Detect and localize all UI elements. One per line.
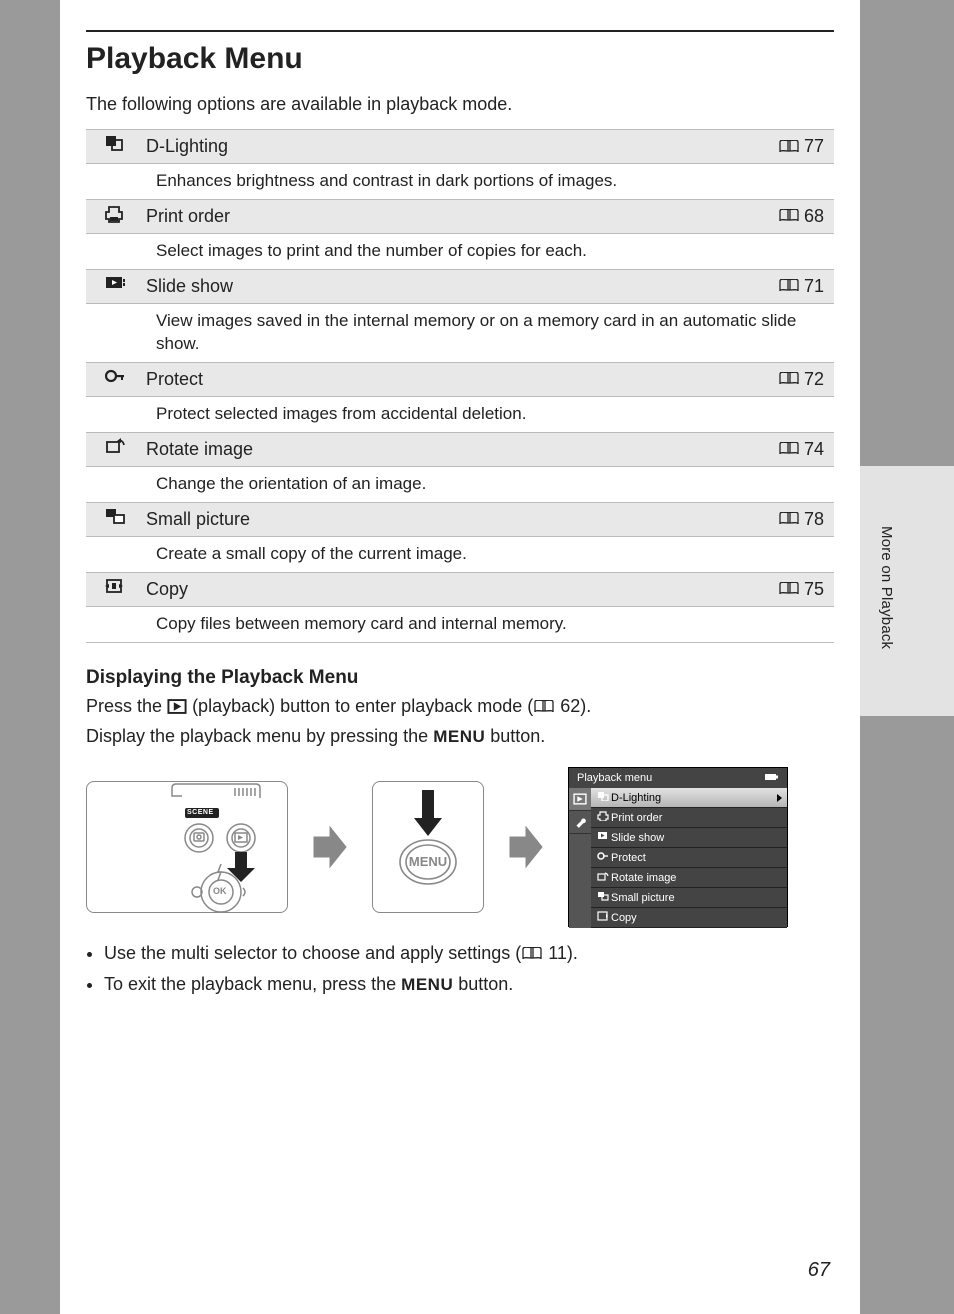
menu-label: MENU — [373, 854, 483, 869]
option-label: Print order — [146, 206, 778, 227]
option-row-header: Rotate image74 — [86, 433, 834, 467]
option-row-header: Print order68 — [86, 200, 834, 234]
option-label: Slide show — [146, 276, 778, 297]
slide-icon — [595, 831, 611, 844]
lcd-item-label: Protect — [611, 852, 646, 864]
lcd-item-label: Small picture — [611, 892, 675, 904]
bullet-list: Use the multi selector to choose and app… — [104, 939, 834, 999]
option-label: Protect — [146, 369, 778, 390]
intro-text: The following options are available in p… — [86, 94, 834, 115]
lcd-menu-item: D-Lighting — [591, 788, 787, 808]
section-tab-label: More on Playback — [878, 526, 895, 649]
protect-icon — [86, 368, 146, 391]
page-reference: 72 — [778, 369, 834, 390]
lcd-title-text: Playback menu — [577, 772, 652, 784]
print-icon — [86, 205, 146, 228]
book-ref-icon — [521, 947, 543, 961]
arrow-right-icon — [312, 825, 348, 869]
page-reference: 78 — [778, 509, 834, 530]
option-row-header: Small picture78 — [86, 503, 834, 537]
lcd-item-label: Copy — [611, 912, 637, 924]
lcd-menu-item: Slide show — [591, 828, 787, 848]
dlight-icon — [595, 791, 611, 804]
scene-label: SCENE — [187, 809, 214, 816]
bullet-item: To exit the playback menu, press the MEN… — [104, 970, 834, 999]
dlight-icon — [86, 135, 146, 158]
option-description: View images saved in the internal memory… — [86, 304, 834, 363]
protect-icon — [595, 851, 611, 864]
copy-icon — [595, 911, 611, 924]
heading-rule: Playback Menu — [86, 30, 834, 76]
camera-back-illustration: SCENE OK — [86, 781, 288, 913]
lcd-side-tabs — [569, 788, 591, 928]
option-row-header: D-Lighting77 — [86, 130, 834, 164]
menu-button-illustration: MENU — [372, 781, 484, 913]
playback-icon — [167, 699, 187, 714]
paragraph-1: Press the (playback) button to enter pla… — [86, 693, 834, 719]
option-label: D-Lighting — [146, 136, 778, 157]
option-row-header: Slide show71 — [86, 270, 834, 304]
copy-icon — [86, 578, 146, 601]
battery-icon — [765, 772, 779, 784]
option-description: Change the orientation of an image. — [86, 467, 834, 503]
bullet-item: Use the multi selector to choose and app… — [104, 939, 834, 968]
option-description: Protect selected images from accidental … — [86, 397, 834, 433]
section-thumb-tab: More on Playback — [860, 466, 954, 716]
lcd-tab-setup — [569, 811, 591, 834]
page-reference: 68 — [778, 206, 834, 227]
menu-button-label: MENU — [433, 727, 485, 746]
options-table: D-Lighting77Enhances brightness and cont… — [86, 129, 834, 643]
option-label: Small picture — [146, 509, 778, 530]
page-title: Playback Menu — [86, 42, 834, 76]
option-description: Create a small copy of the current image… — [86, 537, 834, 573]
option-description: Copy files between memory card and inter… — [86, 607, 834, 643]
option-description: Enhances brightness and contrast in dark… — [86, 164, 834, 200]
rotate-icon — [86, 438, 146, 461]
lcd-menu-item: Rotate image — [591, 868, 787, 888]
small-icon — [86, 508, 146, 531]
figure-row: SCENE OK MENU Playback menu — [86, 767, 834, 927]
rotate-icon — [595, 871, 611, 884]
lcd-screenshot: Playback menu D-Lighting Print order Slide… — [568, 767, 788, 927]
lcd-item-label: D-Lighting — [611, 792, 661, 804]
lcd-menu-item: Small picture — [591, 888, 787, 908]
option-row-header: Protect72 — [86, 363, 834, 397]
slide-icon — [86, 275, 146, 298]
lcd-title-bar: Playback menu — [569, 768, 787, 788]
lcd-menu-item: Print order — [591, 808, 787, 828]
lcd-item-label: Slide show — [611, 832, 664, 844]
manual-page: More on Playback Playback Menu The follo… — [60, 0, 860, 1314]
lcd-item-label: Rotate image — [611, 872, 676, 884]
sub-heading: Displaying the Playback Menu — [86, 667, 834, 689]
lcd-menu-item: Copy — [591, 908, 787, 928]
page-number: 67 — [808, 1259, 830, 1282]
lcd-menu-item: Protect — [591, 848, 787, 868]
page-reference: 74 — [778, 439, 834, 460]
small-icon — [595, 891, 611, 904]
option-description: Select images to print and the number of… — [86, 234, 834, 270]
option-row-header: Copy75 — [86, 573, 834, 607]
arrow-right-icon — [508, 825, 544, 869]
option-label: Copy — [146, 579, 778, 600]
page-reference: 77 — [778, 136, 834, 157]
lcd-menu-list: D-Lighting Print order Slide show Protect Ro… — [591, 788, 787, 928]
page-reference: 71 — [778, 276, 834, 297]
paragraph-2: Display the playback menu by pressing th… — [86, 723, 834, 750]
lcd-tab-playback — [569, 788, 591, 811]
chevron-right-icon — [775, 794, 783, 802]
print-icon — [595, 811, 611, 824]
page-reference: 75 — [778, 579, 834, 600]
ok-label: OK — [213, 886, 227, 896]
menu-button-label: MENU — [401, 975, 453, 994]
book-ref-icon — [533, 700, 555, 714]
lcd-item-label: Print order — [611, 812, 662, 824]
option-label: Rotate image — [146, 439, 778, 460]
